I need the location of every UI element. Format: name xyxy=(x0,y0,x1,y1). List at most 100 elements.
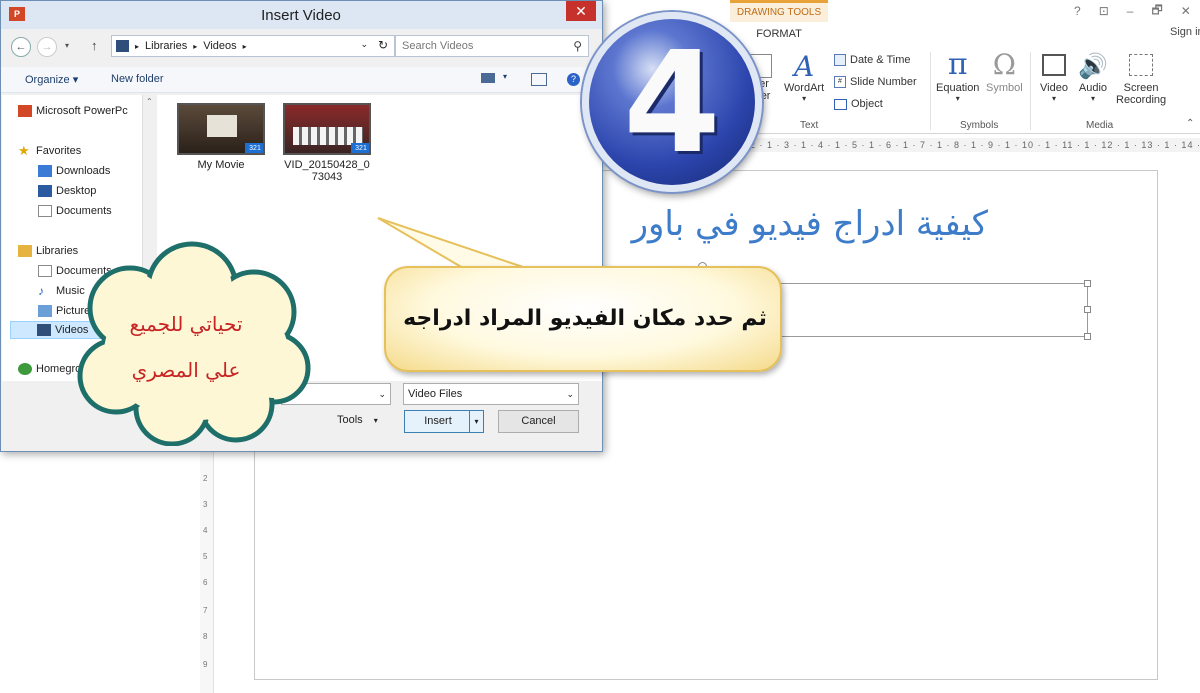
instruction-callout: ثم حدد مكان الفيديو المراد ادراجه xyxy=(384,266,782,372)
scroll-up-icon[interactable]: ⌃ xyxy=(146,97,153,106)
date-time-label: Date & Time xyxy=(850,54,911,66)
sign-in-link[interactable]: Sign in xyxy=(1170,26,1200,38)
video-thumbnail: 321 xyxy=(283,103,371,155)
nav-label: Downloads xyxy=(56,165,111,177)
file-name: VID_20150428_073043 xyxy=(284,159,370,183)
search-input[interactable]: Search Videos ⚲ xyxy=(395,35,589,57)
nav-item-desktop[interactable]: Desktop xyxy=(38,185,96,197)
minimize-button[interactable]: – xyxy=(1127,4,1134,18)
dialog-titlebar[interactable]: P Insert Video ✕ xyxy=(1,1,602,29)
restore-button[interactable]: 🗗 xyxy=(1151,1,1162,22)
resize-handle[interactable] xyxy=(1084,333,1091,340)
symbols-group-label: Symbols xyxy=(960,120,999,131)
step-number-badge: 4 xyxy=(582,12,762,192)
tools-menu[interactable]: Tools ▾ xyxy=(337,414,378,426)
omega-icon: Ω xyxy=(992,48,1016,81)
ruler-mark: 2 xyxy=(203,474,208,483)
audio-dropdown-icon: ▾ xyxy=(1090,94,1095,103)
nav-item-documents[interactable]: Documents xyxy=(38,205,112,217)
insert-dropdown-icon[interactable]: ▾ xyxy=(469,411,483,432)
ribbon-display-icon[interactable]: ⊡ xyxy=(1099,4,1109,18)
vertical-ruler: 2 3 4 5 6 7 8 9 xyxy=(200,450,214,693)
audio-label: Audio xyxy=(1078,82,1108,94)
calendar-icon xyxy=(834,54,846,66)
homegroup-icon xyxy=(18,363,32,375)
speaker-icon: 🔊 xyxy=(1078,53,1108,80)
breadcrumb-libraries[interactable]: Libraries xyxy=(145,40,187,52)
new-folder-button[interactable]: New folder xyxy=(111,73,164,85)
downloads-icon xyxy=(38,165,52,177)
organize-button[interactable]: Organize ▾ xyxy=(25,73,78,86)
file-name: My Movie xyxy=(197,159,245,171)
libraries-icon xyxy=(18,245,32,257)
screen-recording-button[interactable]: Screen Recording xyxy=(1116,54,1166,106)
desktop-icon xyxy=(38,185,52,197)
breadcrumb-separator-icon: ▸ xyxy=(242,41,247,51)
wordart-button[interactable]: A WordArt ▾ xyxy=(784,52,824,104)
resize-handle[interactable] xyxy=(1084,280,1091,287)
dialog-title: Insert Video xyxy=(261,7,341,24)
resize-handle[interactable] xyxy=(1084,306,1091,313)
video-file-item[interactable]: 321 VID_20150428_073043 xyxy=(279,103,375,183)
screen-recording-label-2: Recording xyxy=(1116,94,1167,106)
refresh-icon[interactable]: ↻ xyxy=(378,38,388,52)
audio-button[interactable]: 🔊 Audio ▾ xyxy=(1078,52,1108,103)
media-group-label: Media xyxy=(1086,120,1114,131)
signature-cloud-shape xyxy=(77,241,311,446)
close-button[interactable]: ✕ xyxy=(1181,4,1191,18)
video-button[interactable]: Video ▾ xyxy=(1040,54,1068,103)
slide-number-button[interactable]: # Slide Number xyxy=(834,76,917,88)
insert-button[interactable]: Insert ▾ xyxy=(404,410,484,433)
ribbon-separator xyxy=(930,52,931,130)
pi-icon: π xyxy=(947,47,968,82)
nav-label: Favorites xyxy=(36,145,82,157)
view-options-icon[interactable] xyxy=(481,73,495,83)
file-type-select[interactable]: Video Files ⌄ xyxy=(403,383,579,405)
videos-library-icon xyxy=(116,40,129,52)
forward-arrow-icon[interactable]: → xyxy=(37,37,57,57)
slide-title[interactable]: كيفية ادراج فيديو في باور xyxy=(600,204,988,244)
tools-dropdown-icon: ▾ xyxy=(373,416,378,425)
view-dropdown-icon[interactable]: ▾ xyxy=(503,72,507,81)
cancel-button[interactable]: Cancel xyxy=(498,410,579,433)
command-bar: Organize ▾ New folder ▾ ? xyxy=(1,67,602,93)
ruler-mark: 9 xyxy=(203,660,208,669)
video-thumbnail: 321 xyxy=(177,103,265,155)
video-label: Video xyxy=(1040,82,1068,94)
preview-pane-icon[interactable] xyxy=(531,73,547,86)
nav-item-powerpoint[interactable]: Microsoft PowerPc xyxy=(18,105,128,117)
recent-dropdown-icon[interactable]: ▾ xyxy=(65,41,69,50)
file-type-dropdown-icon[interactable]: ⌄ xyxy=(566,384,574,404)
up-arrow-icon[interactable]: ↑ xyxy=(91,38,98,53)
screen-recording-label-1: Screen xyxy=(1123,82,1159,94)
insert-label: Insert xyxy=(424,415,452,427)
video-file-item[interactable]: 321 My Movie xyxy=(173,103,269,171)
ruler-mark: 4 xyxy=(203,526,208,535)
nav-item-favorites[interactable]: ★ Favorites xyxy=(18,144,82,157)
ribbon-separator xyxy=(1030,52,1031,130)
equation-dropdown-icon: ▾ xyxy=(955,94,960,103)
search-icon[interactable]: ⚲ xyxy=(573,36,582,56)
object-icon xyxy=(834,98,847,110)
tools-label: Tools xyxy=(337,414,363,426)
nav-item-downloads[interactable]: Downloads xyxy=(38,165,110,177)
collapse-ribbon-icon[interactable]: ⌃ xyxy=(1186,118,1194,129)
file-type-value: Video Files xyxy=(408,388,463,400)
equation-button[interactable]: π Equation ▾ xyxy=(936,47,979,104)
address-bar[interactable]: ▸ Libraries ▸ Videos ▸ ⌄ ↻ xyxy=(111,35,395,57)
help-icon[interactable]: ? xyxy=(1074,4,1081,18)
breadcrumb-videos[interactable]: Videos xyxy=(203,40,236,52)
object-button[interactable]: Object xyxy=(834,98,883,110)
text-group-label: Text xyxy=(800,120,819,131)
back-arrow-icon[interactable]: ← xyxy=(11,37,31,57)
symbol-button[interactable]: Ω Symbol xyxy=(986,48,1023,94)
documents-icon xyxy=(38,205,52,217)
ruler-mark: 3 xyxy=(203,500,208,509)
help-icon[interactable]: ? xyxy=(567,73,580,86)
date-time-button[interactable]: Date & Time xyxy=(834,54,911,66)
documents-icon xyxy=(38,265,52,277)
filename-dropdown-icon[interactable]: ⌄ xyxy=(378,384,386,404)
address-dropdown-icon[interactable]: ⌄ xyxy=(360,39,368,50)
signature-line-1: تحياتي للجميع xyxy=(129,312,243,336)
dialog-close-button[interactable]: ✕ xyxy=(566,1,596,21)
